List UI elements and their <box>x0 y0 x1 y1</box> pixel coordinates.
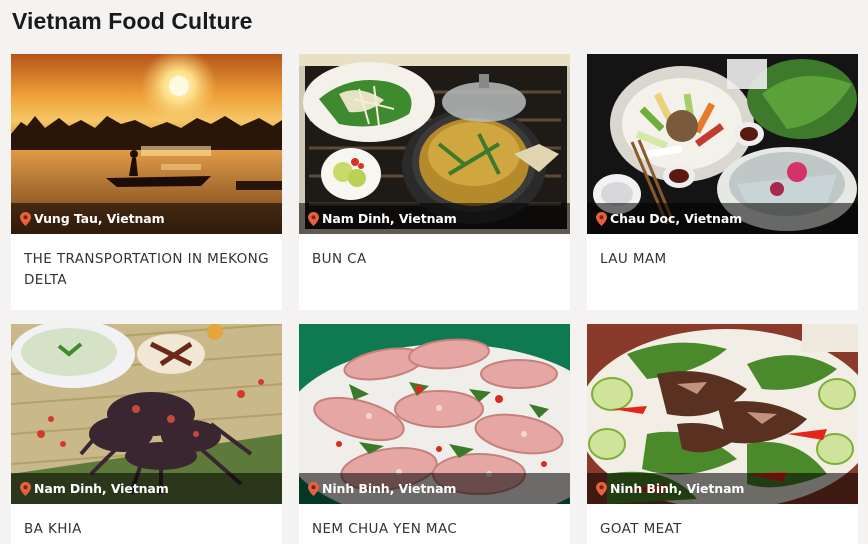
food-card[interactable]: Ninh Binh, Vietnam NEM CHUA YEN MAC <box>299 324 570 544</box>
card-title[interactable]: LAU MAM <box>587 234 858 270</box>
card-title[interactable]: BA KHIA <box>11 504 282 540</box>
card-title[interactable]: THE TRANSPORTATION IN MEKONG DELTA <box>11 234 282 291</box>
location-bar: Nam Dinh, Vietnam <box>11 473 282 504</box>
location-bar: Ninh Binh, Vietnam <box>587 473 858 504</box>
map-pin-icon <box>20 481 31 496</box>
map-pin-icon <box>596 481 607 496</box>
location-bar: Vung Tau, Vietnam <box>11 203 282 234</box>
card-title[interactable]: GOAT MEAT <box>587 504 858 540</box>
card-image[interactable]: Vung Tau, Vietnam <box>11 54 282 234</box>
food-card[interactable]: Chau Doc, Vietnam LAU MAM <box>587 54 858 310</box>
card-title[interactable]: NEM CHUA YEN MAC <box>299 504 570 540</box>
location-bar: Ninh Binh, Vietnam <box>299 473 570 504</box>
card-image[interactable]: Nam Dinh, Vietnam <box>299 54 570 234</box>
food-card[interactable]: Nam Dinh, Vietnam BUN CA <box>299 54 570 310</box>
food-card[interactable]: Ninh Binh, Vietnam GOAT MEAT <box>587 324 858 544</box>
card-image[interactable]: Nam Dinh, Vietnam <box>11 324 282 504</box>
card-image[interactable]: Ninh Binh, Vietnam <box>587 324 858 504</box>
card-image[interactable]: Chau Doc, Vietnam <box>587 54 858 234</box>
location-label: Ninh Binh, Vietnam <box>610 481 745 496</box>
page-title: Vietnam Food Culture <box>12 8 253 34</box>
card-image[interactable]: Ninh Binh, Vietnam <box>299 324 570 504</box>
map-pin-icon <box>308 481 319 496</box>
map-pin-icon <box>596 211 607 226</box>
map-pin-icon <box>20 211 31 226</box>
location-label: Vung Tau, Vietnam <box>34 211 165 226</box>
location-bar: Chau Doc, Vietnam <box>587 203 858 234</box>
card-title[interactable]: BUN CA <box>299 234 570 270</box>
location-label: Nam Dinh, Vietnam <box>34 481 169 496</box>
food-card[interactable]: Vung Tau, Vietnam THE TRANSPORTATION IN … <box>11 54 282 310</box>
food-card[interactable]: Nam Dinh, Vietnam BA KHIA <box>11 324 282 544</box>
location-bar: Nam Dinh, Vietnam <box>299 203 570 234</box>
location-label: Nam Dinh, Vietnam <box>322 211 457 226</box>
location-label: Chau Doc, Vietnam <box>610 211 743 226</box>
location-label: Ninh Binh, Vietnam <box>322 481 457 496</box>
map-pin-icon <box>308 211 319 226</box>
